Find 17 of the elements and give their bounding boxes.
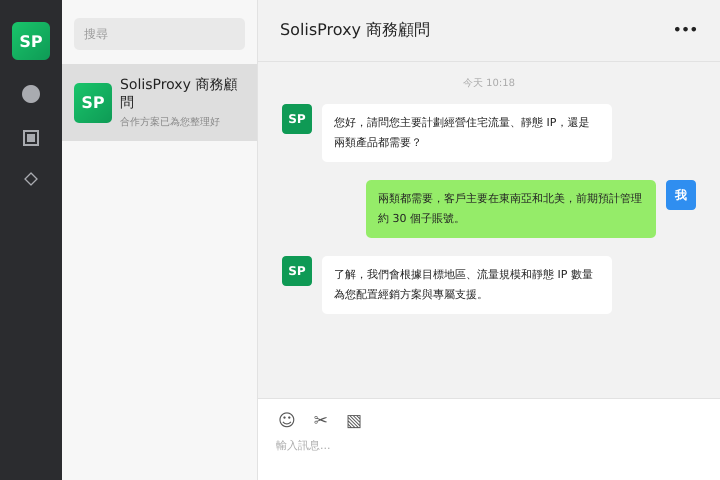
timestamp: 今天 10:18 xyxy=(463,77,515,90)
message-bubble: 兩類都需要，客戶主要在東南亞和北美，前期預計管理約 30 個子賬號。 xyxy=(366,180,656,238)
square-icon[interactable] xyxy=(23,130,39,146)
diamond-icon[interactable] xyxy=(24,172,38,186)
chat-title: SolisProxy 商務顧問 xyxy=(280,20,430,41)
message-bubble: 您好，請問您主要計劃經營住宅流量、靜態 IP，還是兩類產品都需要？ xyxy=(322,104,612,162)
search-field[interactable]: 搜尋 xyxy=(74,18,245,50)
conversation-item[interactable]: SP SolisProxy 商務顧問 合作方案已為您整理好 xyxy=(62,64,257,141)
contact-avatar: SP xyxy=(74,82,112,122)
more-button[interactable]: ••• xyxy=(673,23,698,38)
contact-avatar: SP xyxy=(282,256,312,286)
app-logo: SP xyxy=(12,22,50,60)
contact-avatar: SP xyxy=(282,104,312,134)
message-preview: 合作方案已為您整理好 xyxy=(120,116,221,129)
contact-name: SolisProxy 商務顧問 xyxy=(120,76,238,112)
message-bubble: 了解，我們會根據目標地區、流量規模和靜態 IP 數量為您配置經銷方案與專屬支援。 xyxy=(322,256,612,314)
user-avatar: 我 xyxy=(666,180,696,210)
